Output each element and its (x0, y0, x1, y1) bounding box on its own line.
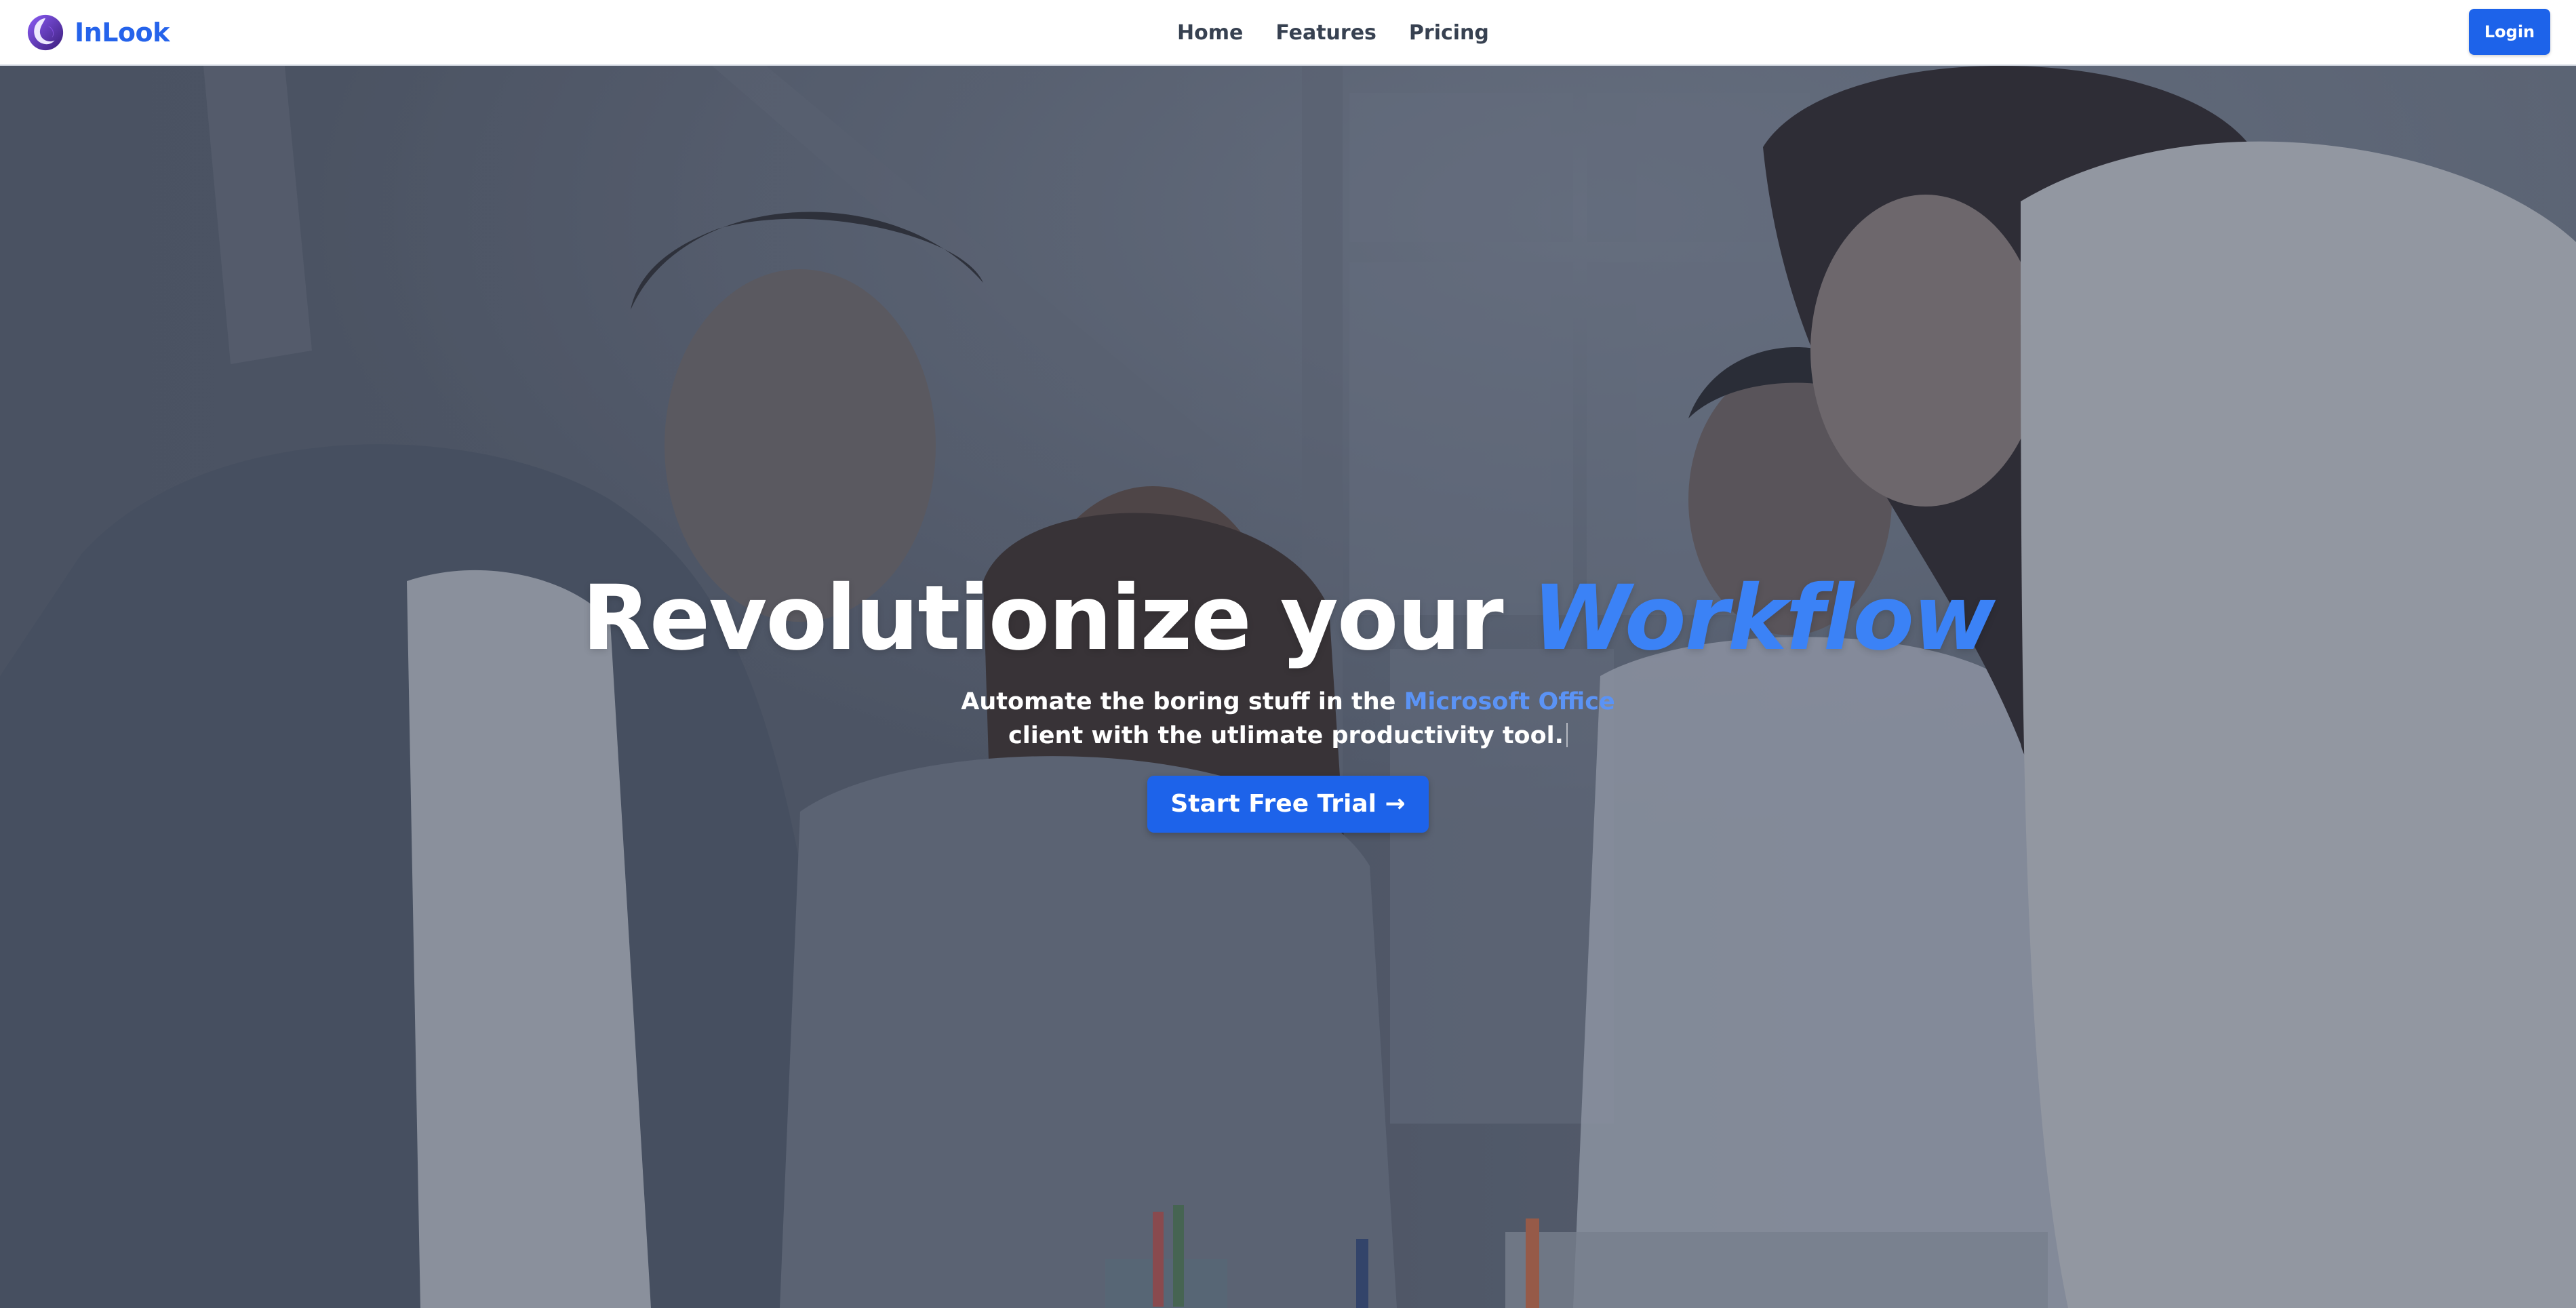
brand-name: InLook (75, 18, 170, 47)
hero-content: Revolutionize your Workflow Automate the… (0, 564, 2576, 833)
hero-title-main: Revolutionize your (582, 566, 1503, 671)
hero-subtitle-accent: Microsoft Office (1404, 688, 1615, 715)
hero-title: Revolutionize your Workflow (0, 564, 2576, 673)
login-button[interactable]: Login (2469, 9, 2550, 55)
hero-subtitle: Automate the boring stuff in the Microso… (956, 685, 1621, 753)
hero-section: Revolutionize your Workflow Automate the… (0, 66, 2576, 1308)
hero-subtitle-after: client with the utlimate productivity to… (1008, 722, 1564, 749)
main-nav: Home Features Pricing (1177, 18, 1489, 47)
swirl-logo-icon (27, 14, 64, 51)
nav-link-pricing[interactable]: Pricing (1409, 21, 1489, 45)
text-caret (1566, 723, 1568, 747)
landing-page: InLook Home Features Pricing Login Revol… (0, 0, 2576, 1308)
brand-home-link[interactable]: InLook (26, 12, 170, 54)
hero-title-accent: Workflow (1532, 566, 1996, 671)
nav-link-home[interactable]: Home (1177, 21, 1243, 45)
hero-subtitle-before: Automate the boring stuff in the (961, 688, 1396, 715)
top-navbar: InLook Home Features Pricing Login (0, 0, 2576, 66)
nav-link-features[interactable]: Features (1275, 21, 1376, 45)
start-free-trial-button[interactable]: Start Free Trial → (1147, 776, 1429, 833)
